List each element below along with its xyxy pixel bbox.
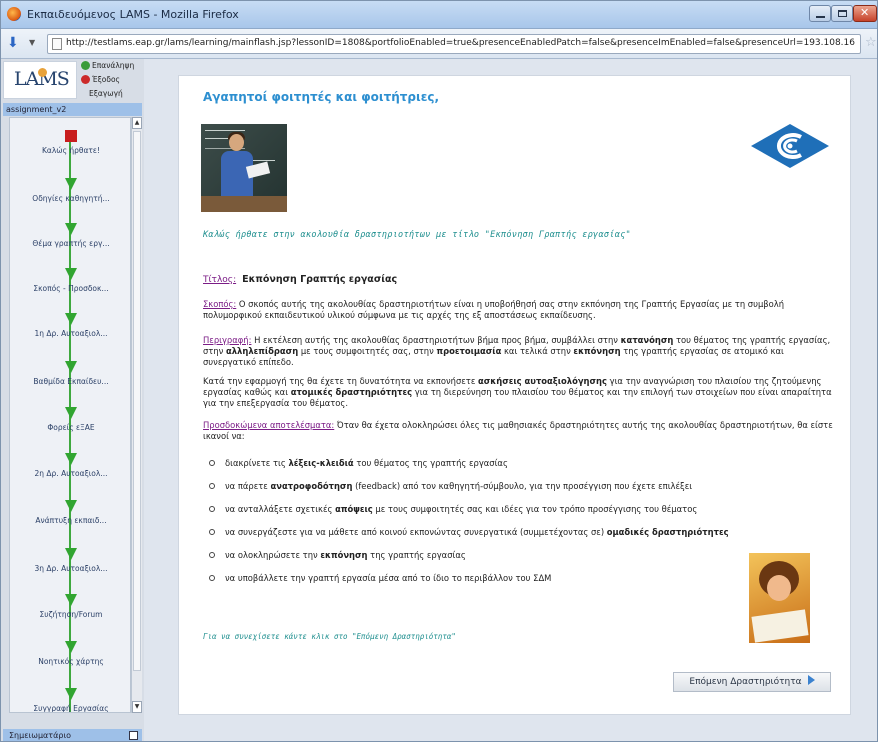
description-label: Περιγραφή: bbox=[203, 335, 252, 345]
activity-arrow-icon bbox=[65, 688, 77, 700]
list-item: να υποβάλλετε την γραπτή εργασία μέσα απ… bbox=[209, 573, 809, 596]
list-item: να συνεργάζεστε για να μάθετε από κοινού… bbox=[209, 527, 809, 550]
outcomes-paragraph: Προσδοκώμενα αποτελέσματα: Όταν θα έχετα… bbox=[203, 420, 833, 441]
list-item: να πάρετε ανατροφοδότηση (feedback) από … bbox=[209, 481, 809, 504]
title-value: Εκπόνηση Γραπτής εργασίας bbox=[242, 274, 398, 285]
activity-item[interactable]: Συγγραφή Εργασίας bbox=[10, 688, 130, 712]
activity-arrow-icon bbox=[65, 407, 77, 419]
activity-arrow-icon bbox=[65, 361, 77, 373]
activity-item[interactable]: Καλώς ήρθατε! bbox=[10, 130, 130, 155]
activity-item[interactable]: Ανάπτυξη εκπαιδ... bbox=[10, 500, 130, 525]
window-title: Εκπαιδευόμενος LAMS - Mozilla Firefox bbox=[27, 8, 239, 21]
bookmark-star-icon[interactable]: ☆ bbox=[865, 35, 877, 50]
firefox-icon bbox=[7, 7, 21, 21]
title-row: Τίτλος: Εκπόνηση Γραπτής εργασίας bbox=[203, 274, 833, 286]
page-icon bbox=[52, 38, 62, 50]
title-bar: Εκπαιδευόμενος LAMS - Mozilla Firefox ✕ bbox=[1, 1, 877, 29]
activity-arrow-icon bbox=[65, 548, 77, 560]
application-paragraph: Κατά την εφαρμογή της θα έχετε τη δυνατό… bbox=[203, 376, 832, 408]
activity-item[interactable]: Βαθμίδα Εκπαίδευ... bbox=[10, 361, 130, 386]
activity-item[interactable]: Θέμα γραπτής εργ... bbox=[10, 223, 130, 248]
exit-icon bbox=[81, 75, 90, 84]
student-image bbox=[749, 553, 810, 643]
lams-logo: LAMS bbox=[3, 61, 77, 99]
maximize-button[interactable] bbox=[831, 5, 853, 22]
list-item: διακρίνετε τις λέξεις-κλειδιά του θέματο… bbox=[209, 458, 809, 481]
main-content-area: Αγαπητοί φοιτητές και φοιτήτριες, Καλώς … bbox=[144, 59, 877, 741]
activity-arrow-icon bbox=[65, 453, 77, 465]
exit-button[interactable]: Έξοδος bbox=[81, 75, 120, 87]
list-item: να ολοκληρώσετε την εκπόνηση της γραπτής… bbox=[209, 550, 809, 573]
activity-arrow-icon bbox=[65, 594, 77, 606]
sequence-scrollbar[interactable]: ▲ ▼ bbox=[131, 117, 142, 713]
list-item: να ανταλλάξετε σχετικές απόψεις με τους … bbox=[209, 504, 809, 527]
activity-item[interactable]: 1η Δρ. Αυτοαξιολ... bbox=[10, 313, 130, 338]
outcomes-list: διακρίνετε τις λέξεις-κλειδιά του θέματο… bbox=[209, 458, 809, 596]
activity-arrow-icon bbox=[65, 641, 77, 653]
activity-arrow-icon bbox=[65, 500, 77, 512]
activity-arrow-icon bbox=[65, 268, 77, 280]
export-button[interactable]: Εξαγωγή bbox=[89, 89, 123, 101]
url-field[interactable]: http://testlams.eap.gr/lams/learning/mai… bbox=[47, 34, 861, 54]
play-arrow-icon bbox=[807, 675, 815, 685]
current-activity-icon bbox=[65, 130, 77, 142]
activity-item[interactable]: Συζήτηση/Forum bbox=[10, 594, 130, 619]
close-icon: ✕ bbox=[860, 6, 870, 19]
close-button[interactable]: ✕ bbox=[853, 5, 877, 22]
lams-sidebar: LAMS Επανάληψη Έξοδος Εξαγωγή assignment… bbox=[1, 59, 144, 741]
logo-dot-icon bbox=[38, 68, 47, 77]
activity-item[interactable]: 3η Δρ. Αυτοαξιολ... bbox=[10, 548, 130, 573]
activity-item[interactable]: 2η Δρ. Αυτοαξιολ... bbox=[10, 453, 130, 478]
university-logo-icon bbox=[751, 124, 829, 168]
activity-arrow-icon bbox=[65, 223, 77, 235]
aim-paragraph: Σκοπός: Ο σκοπός αυτής της ακολουθίας δρ… bbox=[203, 299, 785, 320]
continue-instruction: Για να συνεχίσετε κάντε κλικ στο "Επόμεν… bbox=[203, 632, 456, 641]
scroll-thumb[interactable] bbox=[133, 131, 141, 671]
aim-label: Σκοπός: bbox=[203, 299, 237, 309]
activity-arrow-icon bbox=[65, 313, 77, 325]
browser-window: Εκπαιδευόμενος LAMS - Mozilla Firefox ✕ … bbox=[0, 0, 878, 742]
greeting-heading: Αγαπητοί φοιτητές και φοιτήτριες, bbox=[203, 90, 440, 104]
url-text[interactable]: http://testlams.eap.gr/lams/learning/mai… bbox=[66, 38, 856, 48]
activity-item[interactable]: Νοητικός χάρτης bbox=[10, 641, 130, 666]
refresh-icon bbox=[81, 61, 90, 70]
collapse-icon[interactable] bbox=[129, 731, 138, 740]
back-arrow-icon[interactable]: ⬇ bbox=[7, 35, 23, 51]
activity-page: Αγαπητοί φοιτητές και φοιτήτριες, Καλώς … bbox=[178, 75, 851, 715]
notebook-panel[interactable]: Σημειωματάριο bbox=[3, 729, 142, 741]
sequence-title: assignment_v2 bbox=[3, 103, 142, 116]
navigation-bar: ⬇ ▼ http://testlams.eap.gr/lams/learning… bbox=[1, 29, 877, 59]
activity-arrow-icon bbox=[65, 178, 77, 190]
title-label: Τίτλος: bbox=[203, 275, 237, 285]
description-paragraph: Περιγραφή: Η εκτέλεση αυτής της ακολουθί… bbox=[203, 335, 831, 367]
activity-item[interactable]: Σκοπός - Προσδοκ... bbox=[10, 268, 130, 293]
history-dropdown-icon[interactable]: ▼ bbox=[29, 38, 35, 47]
scroll-down-icon[interactable]: ▼ bbox=[132, 701, 142, 713]
next-activity-button[interactable]: Επόμενη Δραστηριότητα bbox=[673, 672, 831, 692]
scroll-up-icon[interactable]: ▲ bbox=[132, 117, 142, 129]
teacher-image bbox=[201, 124, 287, 212]
welcome-text: Καλώς ήρθατε στην ακολουθία δραστηριοτήτ… bbox=[203, 230, 631, 240]
refresh-button[interactable]: Επανάληψη bbox=[81, 61, 134, 73]
activity-sequence: Καλώς ήρθατε! Οδηγίες καθηγητή... Θέμα γ… bbox=[9, 117, 131, 713]
activity-item[interactable]: Φορείς εΞΑΕ bbox=[10, 407, 130, 432]
outcomes-label: Προσδοκώμενα αποτελέσματα: bbox=[203, 420, 335, 430]
activity-item[interactable]: Οδηγίες καθηγητή... bbox=[10, 178, 130, 203]
minimize-button[interactable] bbox=[809, 5, 831, 22]
